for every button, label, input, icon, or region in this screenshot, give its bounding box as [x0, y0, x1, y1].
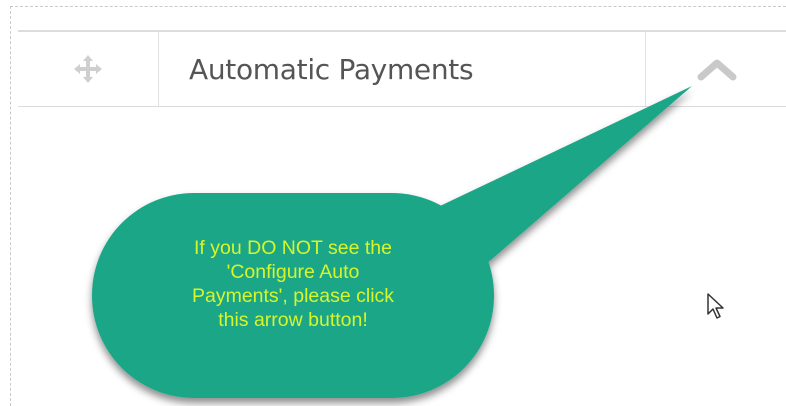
panel-title-cell: Automatic Payments	[159, 32, 645, 106]
dashed-border-top	[10, 6, 786, 7]
automatic-payments-panel-header: Automatic Payments	[18, 30, 786, 107]
callout-text: If you DO NOT see the 'Configure Auto Pa…	[148, 236, 438, 332]
drag-handle[interactable]	[18, 32, 159, 106]
mouse-pointer-icon	[707, 293, 724, 319]
callout-line: If you DO NOT see the	[194, 237, 392, 259]
collapse-toggle-button[interactable]	[645, 32, 786, 106]
dashed-border-left	[10, 6, 11, 406]
chevron-up-icon	[697, 59, 736, 81]
callout-line: Payments', please click	[191, 285, 395, 307]
callout-line: this arrow button!	[218, 309, 368, 331]
callout-line: 'Configure Auto	[226, 261, 360, 283]
panel-title: Automatic Payments	[189, 52, 474, 86]
page-frame: Automatic Payments If you DO NOT see the…	[0, 0, 786, 406]
move-icon	[74, 55, 102, 83]
callout-pointer	[440, 86, 692, 278]
